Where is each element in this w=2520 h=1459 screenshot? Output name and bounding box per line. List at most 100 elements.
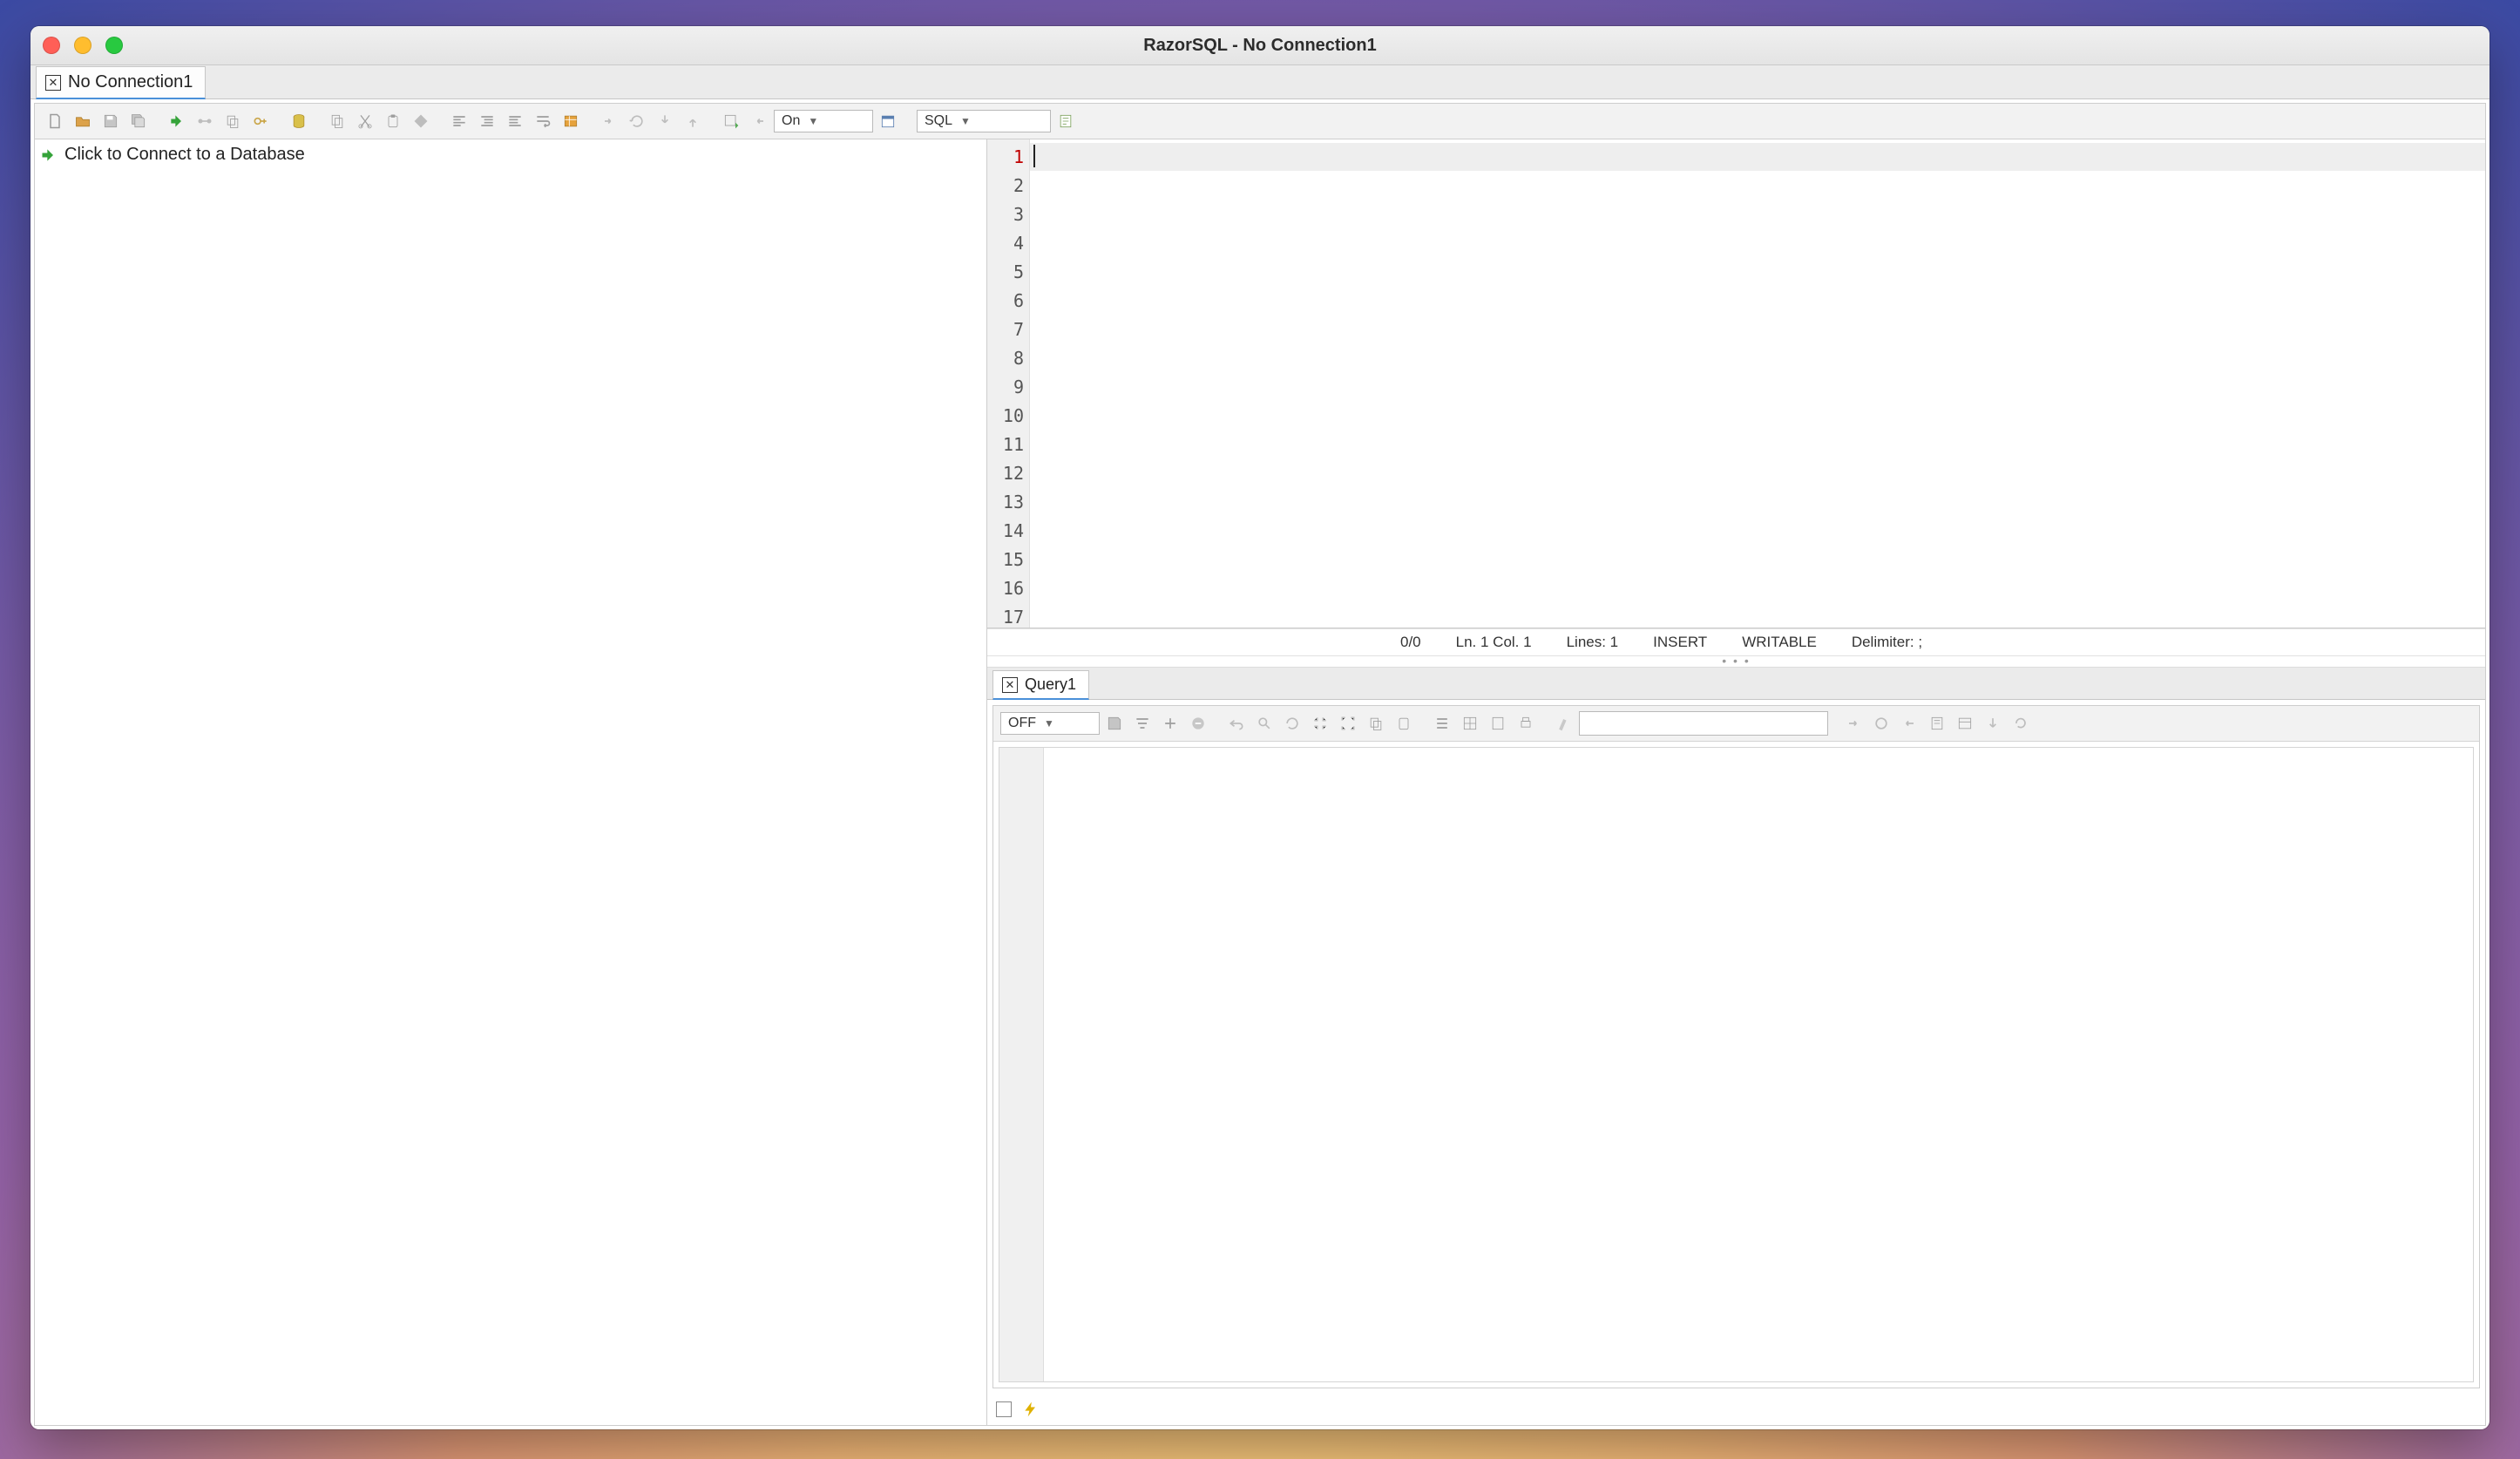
language-combo[interactable]: SQL ▼ bbox=[917, 110, 1051, 132]
results-print-icon[interactable] bbox=[1513, 711, 1539, 736]
save-all-icon[interactable] bbox=[125, 109, 152, 133]
line-number: 10 bbox=[987, 402, 1024, 431]
window-maximize-button[interactable] bbox=[105, 37, 123, 54]
connection-tabstrip: No Connection1 bbox=[30, 65, 2490, 99]
down-arrow-icon[interactable] bbox=[652, 109, 678, 133]
status-position: 0/0 bbox=[1400, 634, 1421, 651]
language-combo-value: SQL bbox=[925, 113, 952, 129]
editor-statusbar: 0/0 Ln. 1 Col. 1 Lines: 1 INSERT WRITABL… bbox=[987, 628, 2485, 656]
results-save-icon[interactable] bbox=[1101, 711, 1128, 736]
cut-icon[interactable] bbox=[352, 109, 378, 133]
results-expand-icon[interactable] bbox=[1335, 711, 1361, 736]
results-shrink-icon[interactable] bbox=[1307, 711, 1333, 736]
status-writable: WRITABLE bbox=[1742, 634, 1817, 651]
lightning-icon[interactable] bbox=[1022, 1401, 1040, 1418]
results-copy-icon[interactable] bbox=[1363, 711, 1389, 736]
copy-connection-icon[interactable] bbox=[220, 109, 246, 133]
wrap-icon[interactable] bbox=[530, 109, 556, 133]
connection-tab-label: No Connection1 bbox=[68, 72, 193, 92]
line-number: 9 bbox=[987, 373, 1024, 402]
results-filter-value: OFF bbox=[1008, 716, 1036, 731]
close-tab-icon[interactable] bbox=[45, 75, 61, 91]
line-number: 8 bbox=[987, 344, 1024, 373]
line-number: 3 bbox=[987, 200, 1024, 229]
results-export-icon[interactable] bbox=[1485, 711, 1511, 736]
results-add-icon[interactable] bbox=[1157, 711, 1183, 736]
window-minimize-button[interactable] bbox=[74, 37, 91, 54]
query-tabstrip: Query1 bbox=[987, 668, 2485, 700]
results-list-icon[interactable] bbox=[1429, 711, 1455, 736]
results-refresh-icon[interactable] bbox=[1279, 711, 1305, 736]
results-edit-icon[interactable] bbox=[1924, 711, 1950, 736]
calendar-icon[interactable] bbox=[875, 109, 901, 133]
query-tab[interactable]: Query1 bbox=[992, 670, 1089, 700]
dropdown-arrow-icon: ▼ bbox=[958, 115, 973, 127]
sql-builder-icon[interactable] bbox=[558, 109, 584, 133]
window-close-button[interactable] bbox=[43, 37, 60, 54]
results-sync-icon[interactable] bbox=[1868, 711, 1894, 736]
results-panel: OFF ▼ bbox=[992, 705, 2480, 1388]
autocomplete-combo-value: On bbox=[782, 113, 800, 129]
close-tab-icon[interactable] bbox=[1002, 677, 1018, 693]
disconnect-icon[interactable] bbox=[192, 109, 218, 133]
back-arrow-icon[interactable] bbox=[746, 109, 772, 133]
refresh-icon[interactable] bbox=[624, 109, 650, 133]
line-number: 6 bbox=[987, 287, 1024, 316]
align-left-icon[interactable] bbox=[446, 109, 472, 133]
indent-icon[interactable] bbox=[474, 109, 500, 133]
line-number: 12 bbox=[987, 459, 1024, 488]
results-paste-icon[interactable] bbox=[1391, 711, 1417, 736]
notes-icon[interactable] bbox=[1053, 109, 1079, 133]
results-table-icon[interactable] bbox=[1952, 711, 1978, 736]
outdent-icon[interactable] bbox=[502, 109, 528, 133]
up-arrow-icon[interactable] bbox=[680, 109, 706, 133]
connect-icon[interactable] bbox=[164, 109, 190, 133]
application-window: RazorSQL - No Connection1 No Connection1 bbox=[30, 26, 2490, 1429]
status-mode: INSERT bbox=[1653, 634, 1707, 651]
status-lines: Lines: 1 bbox=[1567, 634, 1619, 651]
results-find-icon[interactable] bbox=[1251, 711, 1277, 736]
line-number: 13 bbox=[987, 488, 1024, 517]
results-toolbar: OFF ▼ bbox=[993, 706, 2479, 742]
connect-prompt-label: Click to Connect to a Database bbox=[64, 145, 305, 165]
sql-editor[interactable] bbox=[1030, 139, 2485, 628]
copy-icon[interactable] bbox=[324, 109, 350, 133]
line-number: 14 bbox=[987, 517, 1024, 546]
dropdown-arrow-icon: ▼ bbox=[1041, 717, 1057, 730]
open-file-icon[interactable] bbox=[70, 109, 96, 133]
text-caret bbox=[1033, 145, 1035, 167]
line-number: 7 bbox=[987, 316, 1024, 344]
next-icon[interactable] bbox=[596, 109, 622, 133]
connection-tab[interactable]: No Connection1 bbox=[36, 66, 206, 99]
line-number-gutter: 1234567891011121314151617 bbox=[987, 139, 1030, 628]
line-number: 15 bbox=[987, 546, 1024, 574]
paste-icon[interactable] bbox=[380, 109, 406, 133]
results-undo-icon[interactable] bbox=[1223, 711, 1250, 736]
results-grid-icon[interactable] bbox=[1457, 711, 1483, 736]
results-reload-icon[interactable] bbox=[2008, 711, 2034, 736]
execute-icon[interactable] bbox=[718, 109, 744, 133]
save-icon[interactable] bbox=[98, 109, 124, 133]
results-prev-icon[interactable] bbox=[1896, 711, 1922, 736]
autocomplete-combo[interactable]: On ▼ bbox=[774, 110, 873, 132]
sql-editor-area: 1234567891011121314151617 bbox=[987, 139, 2485, 628]
results-filter-combo[interactable]: OFF ▼ bbox=[1000, 712, 1100, 735]
results-remove-icon[interactable] bbox=[1185, 711, 1211, 736]
database-navigator[interactable]: Click to Connect to a Database bbox=[35, 139, 987, 1425]
format-sql-icon[interactable] bbox=[408, 109, 434, 133]
results-clear-icon[interactable] bbox=[1551, 711, 1577, 736]
key-icon[interactable] bbox=[247, 109, 274, 133]
results-grid[interactable] bbox=[999, 747, 2474, 1382]
status-cursor: Ln. 1 Col. 1 bbox=[1456, 634, 1532, 651]
query-tab-label: Query1 bbox=[1025, 675, 1076, 694]
pane-splitter[interactable]: • • • bbox=[987, 656, 2485, 668]
results-search-input[interactable] bbox=[1579, 711, 1828, 736]
app-body: Click to Connect to a Database 123456789… bbox=[34, 139, 2486, 1426]
line-number: 5 bbox=[987, 258, 1024, 287]
new-file-icon[interactable] bbox=[42, 109, 68, 133]
results-down-icon[interactable] bbox=[1980, 711, 2006, 736]
database-icon[interactable] bbox=[286, 109, 312, 133]
results-filter-icon[interactable] bbox=[1129, 711, 1155, 736]
stop-icon[interactable] bbox=[996, 1401, 1012, 1417]
results-next-icon[interactable] bbox=[1840, 711, 1866, 736]
